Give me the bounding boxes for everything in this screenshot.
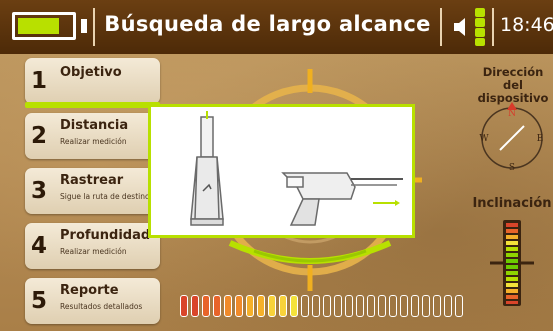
- menu-item-number: 5: [31, 288, 48, 314]
- page-title: Búsqueda de largo alcance: [104, 12, 431, 36]
- meter-segment: [389, 295, 397, 317]
- meter-segment: [356, 295, 364, 317]
- meter-segment: [257, 295, 265, 317]
- meter-segment: [433, 295, 441, 317]
- device-hint-popup[interactable]: [148, 104, 415, 238]
- menu-item-reporte[interactable]: 5 Reporte Resultados detallados: [25, 278, 160, 324]
- header-divider: [93, 8, 95, 46]
- menu-item-sublabel: Realizar medición: [60, 247, 127, 256]
- meter-segment: [345, 295, 353, 317]
- meter-segment: [202, 295, 210, 317]
- meter-segment: [411, 295, 419, 317]
- menu-item-label: Rastrear: [60, 173, 124, 188]
- speaker-icon[interactable]: [451, 16, 473, 38]
- meter-segment: [180, 295, 188, 317]
- meter-segment: [235, 295, 243, 317]
- handheld-device-icon: [281, 172, 403, 226]
- menu-item-number: 3: [31, 178, 48, 204]
- meter-segment: [334, 295, 342, 317]
- compass-icon: N E S W: [479, 102, 544, 173]
- meter-segment: [279, 295, 287, 317]
- top-bar: Búsqueda de largo alcance 18:46: [0, 0, 553, 54]
- meter-segment: [455, 295, 463, 317]
- menu-item-profundidad[interactable]: 4 Profundidad Realizar medición: [25, 223, 160, 269]
- menu-item-objetivo[interactable]: 1 Objetivo: [25, 58, 160, 104]
- menu-item-number: 1: [31, 68, 48, 94]
- signal-strength-icon: [475, 8, 485, 46]
- meter-segment: [191, 295, 199, 317]
- meter-segment: [268, 295, 276, 317]
- meter-segment: [301, 295, 309, 317]
- battery-tip: [81, 19, 87, 33]
- meter-segment: [400, 295, 408, 317]
- inclination-label: Inclinación: [472, 196, 552, 211]
- clock: 18:46: [500, 14, 553, 36]
- menu-item-label: Reporte: [60, 283, 119, 298]
- compass-east: E: [537, 134, 544, 144]
- signal-strength-meter: [180, 295, 466, 319]
- meter-segment: [444, 295, 452, 317]
- meter-segment: [290, 295, 298, 317]
- compass-west: W: [479, 134, 489, 144]
- menu-item-label: Objetivo: [60, 65, 122, 80]
- meter-segment: [246, 295, 254, 317]
- menu-item-sublabel: Realizar medición: [60, 137, 127, 146]
- header-divider: [492, 8, 494, 46]
- battery-icon: [12, 12, 76, 40]
- menu-item-number: 4: [31, 233, 48, 259]
- meter-segment: [224, 295, 232, 317]
- meter-segment: [323, 295, 331, 317]
- menu-item-sublabel: Sigue la ruta de destino: [60, 192, 150, 201]
- upright-device-icon: [190, 111, 224, 226]
- active-item-indicator: [25, 102, 160, 108]
- meter-segment: [367, 295, 375, 317]
- compass-south: S: [509, 163, 515, 173]
- header-divider: [440, 8, 442, 46]
- device-illustration: [190, 111, 403, 226]
- meter-segment: [213, 295, 221, 317]
- inclination-gauge: [490, 220, 534, 306]
- meter-segment: [422, 295, 430, 317]
- menu-item-distancia[interactable]: 2 Distancia Realizar medición: [25, 113, 160, 159]
- menu-item-rastrear[interactable]: 3 Rastrear Sigue la ruta de destino: [25, 168, 160, 214]
- menu-item-label: Distancia: [60, 118, 129, 133]
- device-screen: Búsqueda de largo alcance 18:46 1 Objeti…: [0, 0, 553, 331]
- meter-segment: [378, 295, 386, 317]
- menu-item-label: Profundidad: [60, 228, 151, 243]
- battery-level-fill: [18, 18, 59, 34]
- menu-item-number: 2: [31, 123, 48, 149]
- meter-segment: [312, 295, 320, 317]
- menu-item-sublabel: Resultados detallados: [60, 302, 143, 311]
- compass-north: N: [508, 109, 516, 119]
